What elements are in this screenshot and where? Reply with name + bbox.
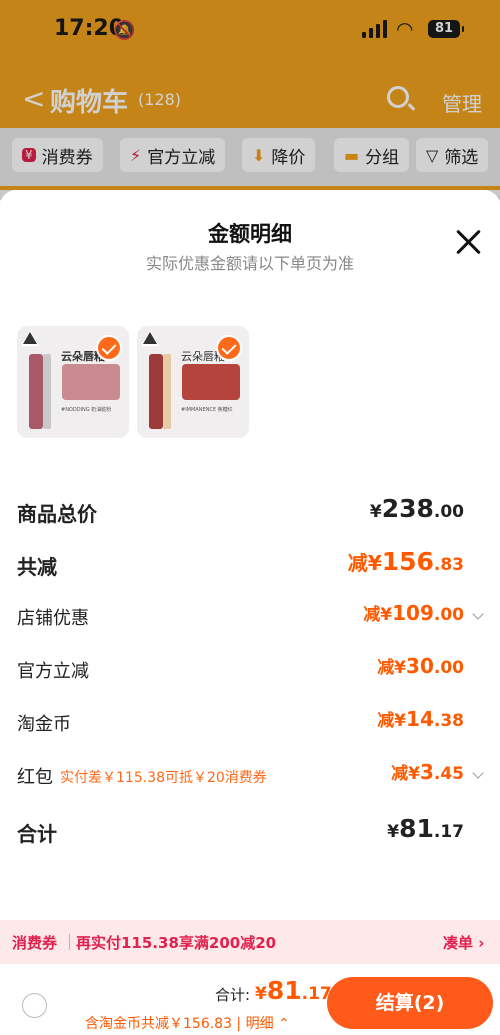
lipstick-cap (163, 354, 171, 429)
brand-logo-icon (141, 330, 159, 346)
row-label: 店铺优惠 (17, 608, 89, 629)
lipstick-cap (43, 354, 51, 429)
select-all-radio[interactable] (22, 993, 47, 1018)
row-value: 减¥14.38 (377, 707, 464, 731)
divider (69, 934, 70, 950)
voucher-text: 再实付115.38享满200减20 (76, 934, 277, 952)
row-value: ¥238.00 (369, 494, 464, 523)
row-taojinbi: 淘金币 减¥14.38 (0, 704, 500, 744)
row-sum: 合计 ¥81.17 (0, 812, 500, 852)
row-value: 减¥109.00 (363, 601, 464, 625)
row-value: 减¥3.45 (391, 760, 464, 784)
row-label: 合计 (17, 822, 57, 846)
selected-check-icon (216, 335, 242, 361)
row-value: 减¥30.00 (377, 654, 464, 678)
sheet-title: 金额明细 (208, 222, 292, 246)
lipstick-tube (149, 354, 163, 429)
row-total-discount: 共减 减¥156.83 (0, 545, 500, 585)
close-icon[interactable] (455, 228, 483, 256)
selected-check-icon (96, 335, 122, 361)
row-goods-total: 商品总价 ¥238.00 (0, 492, 500, 532)
row-label: 淘金币 (17, 714, 71, 735)
chevron-down-icon (472, 767, 484, 779)
voucher-tag: 消费券 (12, 934, 58, 952)
checkout-bar: 合计: ¥81.17 含淘金币共减￥156.83 | 明细 ⌃ 结算(2) (0, 964, 500, 1035)
discount-detail-toggle[interactable]: 含淘金币共减￥156.83 | 明细 ⌃ (85, 1013, 290, 1033)
dim-overlay[interactable] (0, 0, 500, 200)
lip-swatch (62, 364, 120, 400)
row-official-discount: 官方立减 减¥30.00 (0, 651, 500, 691)
lipstick-tube (29, 354, 43, 429)
chevron-down-icon (472, 608, 484, 620)
row-red-packet[interactable]: 红包 实付差￥115.38可抵￥20消费券 减¥3.45 (0, 757, 500, 797)
row-shop-discount[interactable]: 店铺优惠 减¥109.00 (0, 598, 500, 638)
checkout-button[interactable]: 结算(2) (327, 977, 493, 1029)
row-value: 减¥156.83 (347, 547, 464, 576)
row-value: ¥81.17 (387, 814, 464, 843)
row-label: 共减 (17, 555, 57, 579)
total-value: ¥81.17 (255, 976, 332, 1005)
sheet-subtitle: 实际优惠金额请以下单页为准 (145, 254, 354, 273)
add-items-link[interactable]: 凑单 › (443, 932, 484, 953)
row-label: 商品总价 (17, 502, 97, 526)
row-label: 官方立减 (17, 661, 89, 682)
product-shade: #NODDING 奶油脏粉 (61, 407, 112, 413)
row-label: 红包 (17, 767, 53, 788)
amount-detail-sheet: 金额明细 实际优惠金额请以下单页为准 云朵唇釉 #NODDING 奶油脏粉 云朵… (0, 190, 500, 920)
voucher-bar[interactable]: 消费券 再实付115.38享满200减20 凑单 › (0, 920, 500, 964)
product-shade: #IMMANENCE 焦糖红 (181, 407, 233, 413)
red-packet-note: 实付差￥115.38可抵￥20消费券 (60, 770, 267, 786)
total-label: 合计: (215, 986, 251, 1004)
brand-logo-icon (21, 330, 39, 346)
lip-swatch (182, 364, 240, 400)
